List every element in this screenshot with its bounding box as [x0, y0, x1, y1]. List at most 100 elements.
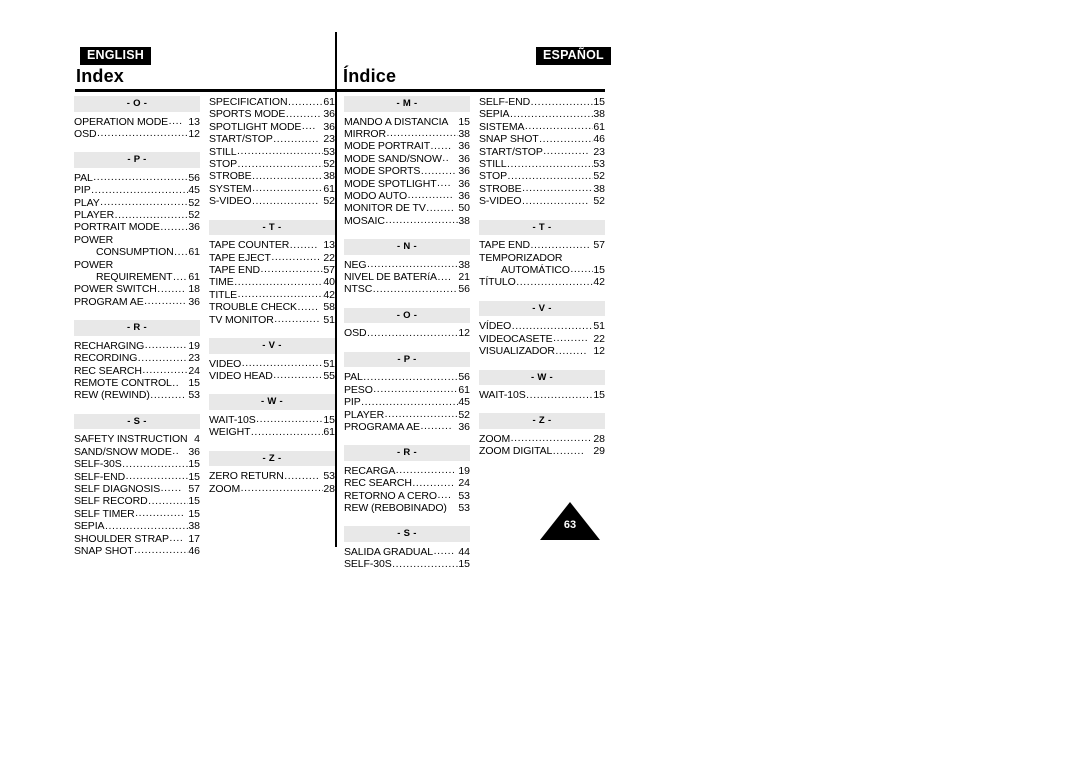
- index-entry[interactable]: SPOTLIGHT MODE.... 36: [209, 120, 335, 133]
- index-entry[interactable]: WAIT-10S................... 15: [479, 389, 605, 402]
- index-section: - T - TAPE COUNTER........ 13 TAPE EJECT...…: [209, 219, 335, 326]
- index-entry[interactable]: START/STOP............. 23: [479, 145, 605, 158]
- index-entry[interactable]: PIP...............................45: [344, 396, 470, 409]
- index-entry[interactable]: PORTRAIT MODE........ 36: [74, 221, 200, 234]
- index-entry[interactable]: TV MONITOR............. 51: [209, 313, 335, 326]
- index-section: - N - NEG..............................38…: [344, 239, 470, 296]
- index-entry[interactable]: SEPIA......................... 38: [479, 108, 605, 121]
- index-entry[interactable]: SPECIFICATION.......... 61: [209, 96, 335, 109]
- index-entry[interactable]: MANDO A DISTANCIA 15: [344, 116, 470, 128]
- index-entry-page-number: 19: [188, 339, 200, 352]
- index-entry[interactable]: PAL.............................. 56: [74, 171, 200, 184]
- index-entry[interactable]: TAPE COUNTER........ 13: [209, 239, 335, 252]
- index-entry[interactable]: SALIDA GRADUAL...... 44: [344, 545, 470, 558]
- index-entry[interactable]: SPORTS MODE.......... 36: [209, 108, 335, 121]
- index-entry[interactable]: PIP................................45: [74, 184, 200, 197]
- index-entry[interactable]: SYSTEM.................... 61: [209, 182, 335, 195]
- index-entry[interactable]: SELF RECORD............ 15: [74, 495, 200, 508]
- index-entry[interactable]: VÍDEO......................... 51: [479, 320, 605, 333]
- index-entry[interactable]: SELF-END.................. 15: [479, 96, 605, 109]
- index-entry[interactable]: MODE PORTRAIT...... 36: [344, 140, 470, 153]
- index-entry[interactable]: MODE SAND/SNOW.. 36: [344, 152, 470, 165]
- index-entry[interactable]: OSD..............................12: [74, 127, 200, 140]
- index-entry-page-number: 36: [188, 221, 200, 234]
- index-entry[interactable]: REW (REWIND).......... 53: [74, 389, 200, 402]
- index-entry[interactable]: TITLE.......................... 42: [209, 288, 335, 301]
- index-entry[interactable]: SAFETY INSTRUCTION 4: [74, 433, 200, 445]
- index-entry[interactable]: RECARGA................. 19: [344, 464, 470, 477]
- index-entry[interactable]: SHOULDER STRAP.... 17: [74, 532, 200, 545]
- section-letter-heading: - P -: [344, 351, 470, 368]
- index-entry[interactable]: REMOTE CONTROL.. 15: [74, 377, 200, 390]
- index-entry[interactable]: SELF-30S................... 15: [344, 558, 470, 571]
- index-entry[interactable]: SNAP SHOT................ 46: [479, 133, 605, 146]
- index-entry[interactable]: REQUIREMENT......61: [74, 271, 200, 284]
- index-entry[interactable]: PLAYER........................52: [74, 209, 200, 222]
- index-entry[interactable]: ZERO RETURN.......... 53: [209, 470, 335, 483]
- index-entry[interactable]: ZOOM DIGITAL......... 29: [479, 445, 605, 458]
- index-entry[interactable]: SELF-30S.....................15: [74, 458, 200, 471]
- index-entry[interactable]: STOP.......................... 52: [209, 158, 335, 171]
- index-entry[interactable]: PROGRAMA AE......... 36: [344, 420, 470, 433]
- index-entry[interactable]: RECHARGING............ 19: [74, 339, 200, 352]
- index-entry[interactable]: PROGRAM AE............ 36: [74, 295, 200, 308]
- index-entry[interactable]: NTSC......................... 56: [344, 283, 470, 296]
- index-entry[interactable]: SELF TIMER.............. 15: [74, 507, 200, 520]
- index-entry[interactable]: OSD........................... 12: [344, 327, 470, 340]
- index-entry[interactable]: TAPE END.................. 57: [209, 263, 335, 276]
- index-entry[interactable]: POWER: [74, 259, 200, 271]
- index-entry[interactable]: STROBE.................... 38: [479, 182, 605, 195]
- index-entry[interactable]: STILL.......................... 53: [209, 145, 335, 158]
- index-entry[interactable]: STOP......................... 52: [479, 170, 605, 183]
- index-entry[interactable]: RECORDING................23: [74, 352, 200, 365]
- index-entry[interactable]: NEG..............................38: [344, 258, 470, 271]
- index-entry[interactable]: VIDEOCASETE.......... 22: [479, 332, 605, 345]
- index-entry[interactable]: ZOOM........................ 28: [209, 482, 335, 495]
- index-entry[interactable]: SISTEMA..................... 61: [479, 120, 605, 133]
- index-entry[interactable]: PLAY............................52: [74, 196, 200, 209]
- index-entry[interactable]: MODO AUTO............. 36: [344, 189, 470, 202]
- index-entry[interactable]: PLAYER...................... 52: [344, 408, 470, 421]
- index-entry[interactable]: SEPIA...........................38: [74, 520, 200, 533]
- index-entry[interactable]: TAPE EJECT.............. 22: [209, 251, 335, 264]
- index-entry[interactable]: MOSAIC...................... 38: [344, 214, 470, 227]
- index-entry[interactable]: AUTOMÁTICO....... 15: [479, 263, 605, 276]
- index-entry-term: CONSUMPTION: [96, 246, 174, 259]
- index-entry[interactable]: S-VIDEO................... 52: [209, 195, 335, 208]
- index-entry-term: SNAP SHOT: [479, 133, 539, 146]
- index-entry[interactable]: ZOOM....................... 28: [479, 432, 605, 445]
- index-entry[interactable]: SELF-END................... 15: [74, 470, 200, 483]
- index-entry[interactable]: VIDEO HEAD.............. 55: [209, 369, 335, 382]
- index-entry[interactable]: MODE SPORTS.......... 36: [344, 165, 470, 178]
- index-entry[interactable]: PESO.......................... 61: [344, 383, 470, 396]
- index-entry[interactable]: NIVEL DE BATERíA.... 21: [344, 271, 470, 284]
- index-entry[interactable]: SNAP SHOT................ 46: [74, 544, 200, 557]
- index-entry[interactable]: TÍTULO...................... 42: [479, 276, 605, 289]
- index-entry[interactable]: POWER: [74, 234, 200, 246]
- index-entry[interactable]: WEIGHT...................... 61: [209, 426, 335, 439]
- index-entry[interactable]: TEMPORIZADOR: [479, 252, 605, 264]
- index-entry[interactable]: START/STOP............. 23: [209, 133, 335, 146]
- index-entry[interactable]: MODE SPOTLIGHT.... 36: [344, 177, 470, 190]
- index-entry[interactable]: REC SEARCH...............24: [74, 364, 200, 377]
- index-entry[interactable]: REW (REBOBINADO) 53: [344, 502, 470, 514]
- index-entry[interactable]: VISUALIZADOR......... 12: [479, 345, 605, 358]
- index-entry[interactable]: STILL......................... 53: [479, 158, 605, 171]
- index-entry[interactable]: SAND/SNOW MODE.. 36: [74, 445, 200, 458]
- index-entry[interactable]: MIRROR..................... 38: [344, 127, 470, 140]
- index-entry[interactable]: PAL.............................. 56: [344, 371, 470, 384]
- index-entry[interactable]: OPERATION MODE.... 13: [74, 115, 200, 128]
- index-entry[interactable]: S-VIDEO................... 52: [479, 195, 605, 208]
- index-entry[interactable]: WAIT-10S.................... 15: [209, 413, 335, 426]
- index-entry[interactable]: MONITOR DE TV........ 50: [344, 202, 470, 215]
- index-entry[interactable]: RETORNO A CERO.... 53: [344, 489, 470, 502]
- index-entry[interactable]: SELF DIAGNOSIS...... 57: [74, 482, 200, 495]
- index-entry[interactable]: TROUBLE CHECK...... 58: [209, 301, 335, 314]
- index-entry[interactable]: POWER SWITCH........ 18: [74, 283, 200, 296]
- index-entry[interactable]: TAPE END................. 57: [479, 239, 605, 252]
- index-entry[interactable]: STROBE.................... 38: [209, 170, 335, 183]
- index-entry[interactable]: TIME.......................... 40: [209, 276, 335, 289]
- index-entry[interactable]: CONSUMPTION.... 61: [74, 246, 200, 259]
- index-entry[interactable]: REC SEARCH............ 24: [344, 477, 470, 490]
- index-entry[interactable]: VIDEO......................... 51: [209, 357, 335, 370]
